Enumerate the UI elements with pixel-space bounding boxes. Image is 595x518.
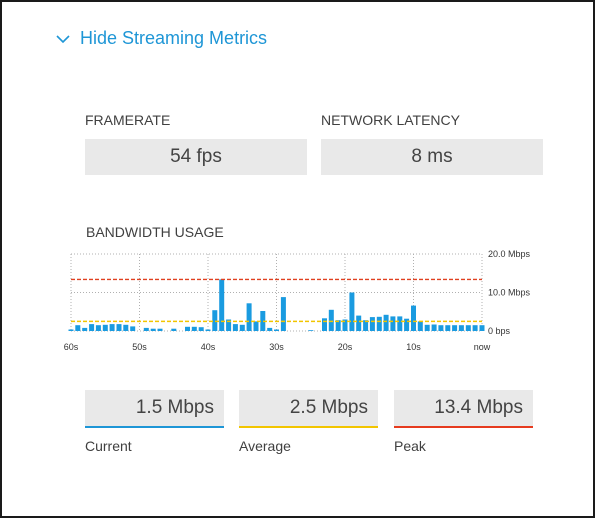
peak-bandwidth-label: Peak bbox=[394, 438, 426, 454]
chart-bar bbox=[390, 316, 396, 331]
chart-bar bbox=[438, 325, 444, 331]
chart-bar bbox=[198, 327, 204, 331]
current-bandwidth-label: Current bbox=[85, 438, 132, 454]
streaming-metrics-panel: Hide Streaming Metrics FRAMERATE 54 fps … bbox=[0, 0, 595, 518]
chart-bar bbox=[322, 318, 327, 331]
chart-bar bbox=[280, 297, 286, 331]
network-latency-label: NETWORK LATENCY bbox=[321, 112, 460, 128]
average-bandwidth-value: 2.5 Mbps bbox=[239, 390, 378, 426]
toggle-label: Hide Streaming Metrics bbox=[80, 28, 268, 48]
chart-bar bbox=[232, 324, 238, 331]
chart-bar bbox=[116, 324, 122, 331]
bandwidth-usage-label: BANDWIDTH USAGE bbox=[86, 224, 224, 240]
chart-bar bbox=[452, 325, 458, 331]
chart-bar bbox=[397, 316, 403, 331]
chart-x-tick-label: 60s bbox=[64, 342, 79, 352]
network-latency-value: 8 ms bbox=[321, 139, 543, 175]
chart-bar bbox=[253, 321, 259, 331]
chart-bar bbox=[246, 303, 252, 331]
chart-bar bbox=[376, 316, 382, 331]
chart-bar bbox=[383, 314, 389, 331]
chart-bar bbox=[102, 324, 108, 331]
chart-x-tick-label: 50s bbox=[132, 342, 147, 352]
chart-bar bbox=[417, 321, 423, 331]
chart-bar bbox=[109, 324, 115, 331]
chart-x-tick-label: 10s bbox=[406, 342, 421, 352]
chart-bar bbox=[458, 325, 464, 331]
chart-bar bbox=[308, 330, 314, 331]
chart-y-tick-label: 0 bps bbox=[488, 326, 511, 336]
chart-bar bbox=[431, 324, 437, 331]
current-bandwidth-value: 1.5 Mbps bbox=[85, 390, 224, 426]
framerate-value: 54 fps bbox=[85, 139, 307, 175]
chart-bar bbox=[191, 326, 197, 331]
chart-bar bbox=[267, 327, 273, 331]
framerate-label: FRAMERATE bbox=[85, 112, 171, 128]
chart-bar bbox=[479, 325, 485, 331]
chart-bar bbox=[68, 329, 74, 331]
chart-bar bbox=[123, 324, 129, 331]
chart-x-tick-label: now bbox=[474, 342, 491, 352]
peak-bandwidth-value: 13.4 Mbps bbox=[394, 390, 533, 426]
chart-bar bbox=[369, 317, 375, 331]
chart-bar bbox=[171, 328, 177, 331]
chart-bar bbox=[424, 324, 430, 331]
chart-bar bbox=[157, 328, 163, 331]
chart-bar bbox=[356, 315, 362, 331]
current-bandwidth-underline bbox=[85, 426, 224, 428]
bandwidth-chart: 20.0 Mbps 10.0 Mbps 0 bps 60s 50s 40s 30s 20s 10… bbox=[64, 249, 531, 352]
chart-bar bbox=[212, 310, 218, 331]
chart-x-tick-label: 30s bbox=[269, 342, 284, 352]
chart-bar bbox=[150, 328, 156, 331]
chart-x-tick-label: 40s bbox=[201, 342, 216, 352]
chart-bar bbox=[349, 292, 355, 331]
average-bandwidth-underline bbox=[239, 426, 378, 428]
chart-x-tick-label: 20s bbox=[338, 342, 353, 352]
chart-bar bbox=[89, 324, 95, 331]
hide-streaming-metrics-toggle[interactable]: Hide Streaming Metrics bbox=[56, 28, 267, 49]
average-bandwidth-label: Average bbox=[239, 438, 291, 454]
chart-bar bbox=[465, 325, 471, 331]
chart-bar bbox=[143, 327, 149, 331]
chevron-down-icon bbox=[56, 34, 70, 44]
chart-y-tick-label: 10.0 Mbps bbox=[488, 288, 531, 298]
chart-bar bbox=[219, 279, 225, 331]
chart-bar bbox=[130, 326, 136, 331]
chart-bar bbox=[274, 329, 279, 331]
chart-bar bbox=[411, 305, 416, 331]
chart-bar bbox=[472, 325, 478, 331]
chart-bar bbox=[185, 326, 190, 331]
chart-bar bbox=[239, 324, 245, 331]
peak-bandwidth-underline bbox=[394, 426, 533, 428]
chart-bar bbox=[95, 325, 101, 331]
chart-bar bbox=[328, 309, 334, 331]
chart-bar bbox=[404, 318, 410, 331]
chart-bar bbox=[205, 329, 211, 331]
chart-bar bbox=[75, 325, 81, 331]
chart-bar bbox=[445, 325, 451, 331]
chart-y-tick-label: 20.0 Mbps bbox=[488, 249, 531, 259]
chart-bar bbox=[82, 327, 88, 331]
